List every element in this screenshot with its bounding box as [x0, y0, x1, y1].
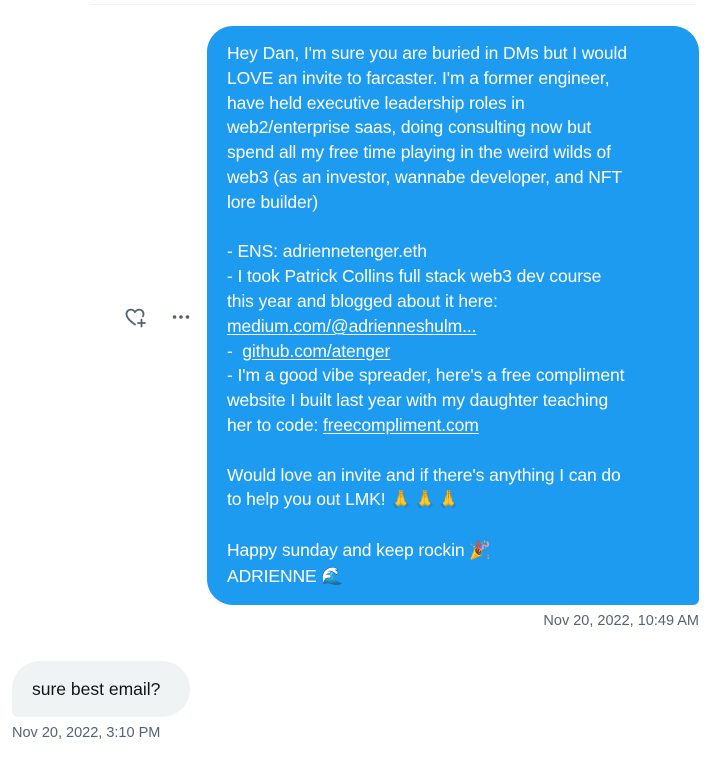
medium-link[interactable]: medium.com/@adrienneshulm...	[227, 316, 476, 336]
compliment-prefix: her to code:	[227, 414, 323, 435]
message-line-blank	[227, 215, 683, 240]
heart-plus-icon	[123, 305, 147, 329]
received-message-bubble[interactable]: sure best email?	[12, 661, 190, 717]
message-line: lore builder)	[227, 191, 319, 212]
message-line-blank	[227, 513, 683, 538]
message-line: Happy sunday and keep rockin 🎉	[227, 538, 683, 564]
message-line: - ENS: adriennetenger.eth	[227, 241, 427, 262]
message-line: web3 (as an investor, wannabe developer,…	[227, 166, 623, 187]
party-popper-icon: 🎉	[469, 540, 491, 561]
message-line: to help you out LMK! 🙏🙏🙏	[227, 487, 683, 513]
help-text: to help you out LMK!	[227, 489, 391, 510]
message-line-blank	[227, 438, 683, 463]
sent-message-bubble[interactable]: Hey Dan, I'm sure you are buried in DMs …	[207, 26, 699, 605]
message-line: Hey Dan, I'm sure you are buried in DMs …	[227, 43, 627, 63]
more-horizontal-icon	[169, 305, 193, 329]
github-prefix: -	[227, 340, 243, 361]
github-link[interactable]: github.com/atenger	[242, 341, 390, 361]
react-button[interactable]	[122, 304, 148, 330]
message-line: - I'm a good vibe spreader, here's a fre…	[227, 365, 625, 386]
message-line: Would love an invite and if there's anyt…	[227, 464, 621, 485]
signature: ADRIENNE	[227, 565, 322, 586]
sent-timestamp: Nov 20, 2022, 10:49 AM	[543, 613, 699, 629]
message-line: web2/enterprise saas, doing consulting n…	[227, 117, 592, 138]
message-line: - github.com/atenger	[227, 339, 683, 364]
message-line: have held executive leadership roles in	[227, 92, 525, 113]
message-line: website I built last year with my daught…	[227, 390, 609, 411]
message-line: - I took Patrick Collins full stack web3…	[227, 266, 602, 287]
message-line: medium.com/@adrienneshulm...	[227, 314, 683, 339]
message-line: spend all my free time playing in the we…	[227, 142, 611, 163]
sunday-text: Happy sunday and keep rockin	[227, 539, 470, 560]
freecompliment-link[interactable]: freecompliment.com	[323, 415, 479, 435]
pray-emoji-icon: 🙏🙏🙏	[390, 490, 462, 511]
received-timestamp: Nov 20, 2022, 3:10 PM	[12, 725, 161, 741]
message-line: this year and blogged about it here:	[227, 290, 498, 311]
top-divider	[90, 4, 695, 5]
message-line: her to code: freecompliment.com	[227, 413, 683, 438]
received-message-text: sure best email?	[32, 679, 161, 699]
message-line: LOVE an invite to farcaster. I'm a forme…	[227, 67, 610, 88]
wave-emoji-icon: 🌊	[321, 566, 344, 587]
message-line: ADRIENNE 🌊	[227, 564, 683, 590]
more-options-button[interactable]	[168, 304, 194, 330]
message-actions	[122, 304, 194, 330]
